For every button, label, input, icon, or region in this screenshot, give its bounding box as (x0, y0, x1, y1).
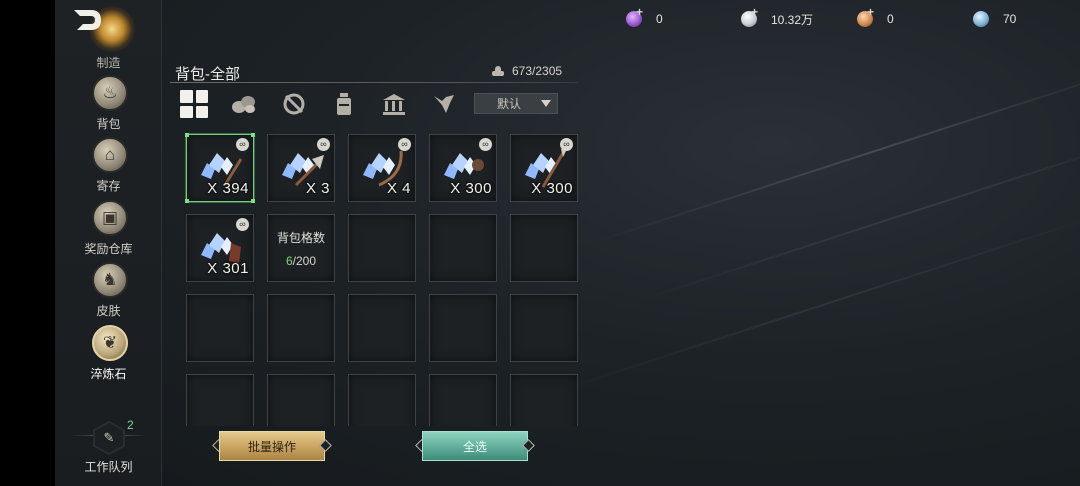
storage-icon: ⌂ (92, 137, 128, 173)
inventory-grid: ∞ X 394 ∞ X 3 ∞ X 4 ∞ X 300 ∞ X 300 ∞ X … (178, 126, 580, 426)
currency-copper[interactable]: + 0 (857, 5, 894, 29)
leaf-stone-icon: ❦ (92, 325, 128, 361)
link-icon: ∞ (317, 138, 330, 151)
bag-slots-count: 6/200 (285, 254, 317, 268)
purple-gem-icon: + (626, 5, 643, 27)
tab-equipment[interactable] (278, 88, 310, 120)
inventory-slot[interactable]: ∞ X 301 (186, 214, 254, 282)
currency-silver[interactable]: + 10.32万 (741, 5, 814, 29)
sidebar-item-skin[interactable]: ♞ 皮肤 (55, 262, 162, 324)
bag-capacity: 673/2305 (492, 64, 562, 78)
link-icon: ∞ (236, 218, 249, 231)
link-icon: ∞ (236, 138, 249, 151)
tab-materials[interactable] (228, 88, 260, 120)
item-quantity: X 4 (386, 180, 411, 197)
tab-buildings[interactable] (378, 88, 410, 120)
empty-slot[interactable] (510, 294, 578, 362)
empty-slot[interactable] (348, 294, 416, 362)
empty-slot[interactable] (186, 294, 254, 362)
select-all-button[interactable]: 全选 (415, 431, 535, 461)
sort-dropdown[interactable]: 默认 (474, 93, 558, 114)
light-streak (589, 57, 1080, 245)
copper-coin-icon: + (857, 5, 874, 27)
tab-consumables[interactable] (328, 88, 360, 120)
item-quantity: X 301 (207, 260, 249, 277)
bag-slots-info: 背包格数 6/200 (267, 214, 335, 282)
back-button[interactable] (71, 6, 105, 34)
currency-purple[interactable]: + 0 (626, 5, 663, 29)
item-quantity: X 3 (305, 180, 330, 197)
empty-slot[interactable] (510, 374, 578, 426)
sidebar-item-storage[interactable]: ⌂ 寄存 (55, 137, 162, 199)
empty-slot[interactable] (429, 214, 497, 282)
gear-icon (283, 93, 305, 115)
light-streak (549, 207, 1080, 395)
link-icon: ∞ (479, 138, 492, 151)
sidebar-item-label: 皮肤 (96, 304, 121, 318)
capacity-value: 673/2305 (512, 64, 563, 78)
empty-slot[interactable] (429, 294, 497, 362)
currency-value: 10.32万 (771, 12, 814, 27)
empty-slot[interactable] (510, 214, 578, 282)
potion-icon (337, 93, 351, 115)
sidebar-item-craft-label[interactable]: 制造 (55, 54, 162, 71)
item-quantity: X 300 (450, 180, 492, 197)
empty-slot[interactable] (348, 374, 416, 426)
batch-operation-button[interactable]: 批量操作 (212, 431, 332, 461)
queue-count-badge: 2 (127, 418, 134, 432)
divider (170, 82, 578, 83)
item-quantity: X 300 (531, 180, 573, 197)
work-queue-icon: ✎ (93, 421, 125, 455)
empty-slot[interactable] (267, 294, 335, 362)
empty-slot[interactable] (348, 214, 416, 282)
sidebar-item-tempering-stone[interactable]: ❦ 淬炼石 (55, 325, 162, 387)
chevron-down-icon (541, 100, 551, 107)
work-queue-label: 工作队列 (84, 460, 133, 474)
inventory-slot[interactable]: ∞ X 4 (348, 134, 416, 202)
reward-chest-icon: ▣ (92, 200, 128, 236)
inventory-slot[interactable]: ∞ X 3 (267, 134, 335, 202)
bag-icon: ♨ (92, 75, 128, 111)
sidebar-item-label: 背包 (96, 117, 121, 131)
empty-slot[interactable] (429, 374, 497, 426)
button-label: 全选 (462, 439, 487, 454)
sidebar-item-label: 奖励仓库 (84, 242, 133, 256)
tab-all[interactable] (178, 88, 210, 120)
currency-blue[interactable]: 70 (973, 9, 1016, 29)
page-title: 背包-全部 (175, 66, 240, 83)
sidebar-item-label: 寄存 (96, 179, 121, 193)
sidebar: 制造 ♨ 背包 ⌂ 寄存 ▣ 奖励仓库 ♞ 皮肤 ❦ 淬炼石 ✎ 2 工作队列 (55, 0, 162, 486)
tab-pets[interactable] (428, 88, 460, 120)
sidebar-item-bag[interactable]: ♨ 背包 (55, 75, 162, 137)
weight-icon (492, 66, 504, 76)
link-icon: ∞ (398, 138, 411, 151)
blue-orb-icon (973, 11, 989, 27)
materials-icon (232, 96, 255, 113)
armor-icon: ♞ (92, 262, 128, 298)
all-grid-icon (180, 90, 208, 118)
work-queue-button[interactable]: ✎ 2 工作队列 (55, 418, 162, 478)
item-quantity: X 394 (207, 180, 249, 197)
light-streak (629, 117, 1080, 305)
link-icon: ∞ (560, 138, 573, 151)
inventory-slot[interactable]: ∞ X 394 (185, 133, 255, 203)
inventory-slot[interactable]: ∞ X 300 (429, 134, 497, 202)
building-icon (383, 94, 405, 115)
silver-coin-icon: + (741, 5, 758, 27)
currency-value: 0 (887, 12, 894, 26)
sort-selected-value: 默认 (497, 97, 522, 111)
empty-slot[interactable] (186, 374, 254, 426)
back-arrow-icon (74, 10, 101, 30)
sidebar-item-reward-warehouse[interactable]: ▣ 奖励仓库 (55, 200, 162, 262)
button-label: 批量操作 (247, 439, 296, 454)
empty-slot[interactable] (267, 374, 335, 426)
inventory-slot[interactable]: ∞ X 300 (510, 134, 578, 202)
bag-slots-title: 背包格数 (276, 231, 325, 245)
currency-value: 0 (656, 12, 663, 26)
currency-value: 70 (1003, 12, 1017, 26)
sidebar-item-label: 淬炼石 (90, 367, 127, 381)
pet-icon (434, 95, 454, 113)
